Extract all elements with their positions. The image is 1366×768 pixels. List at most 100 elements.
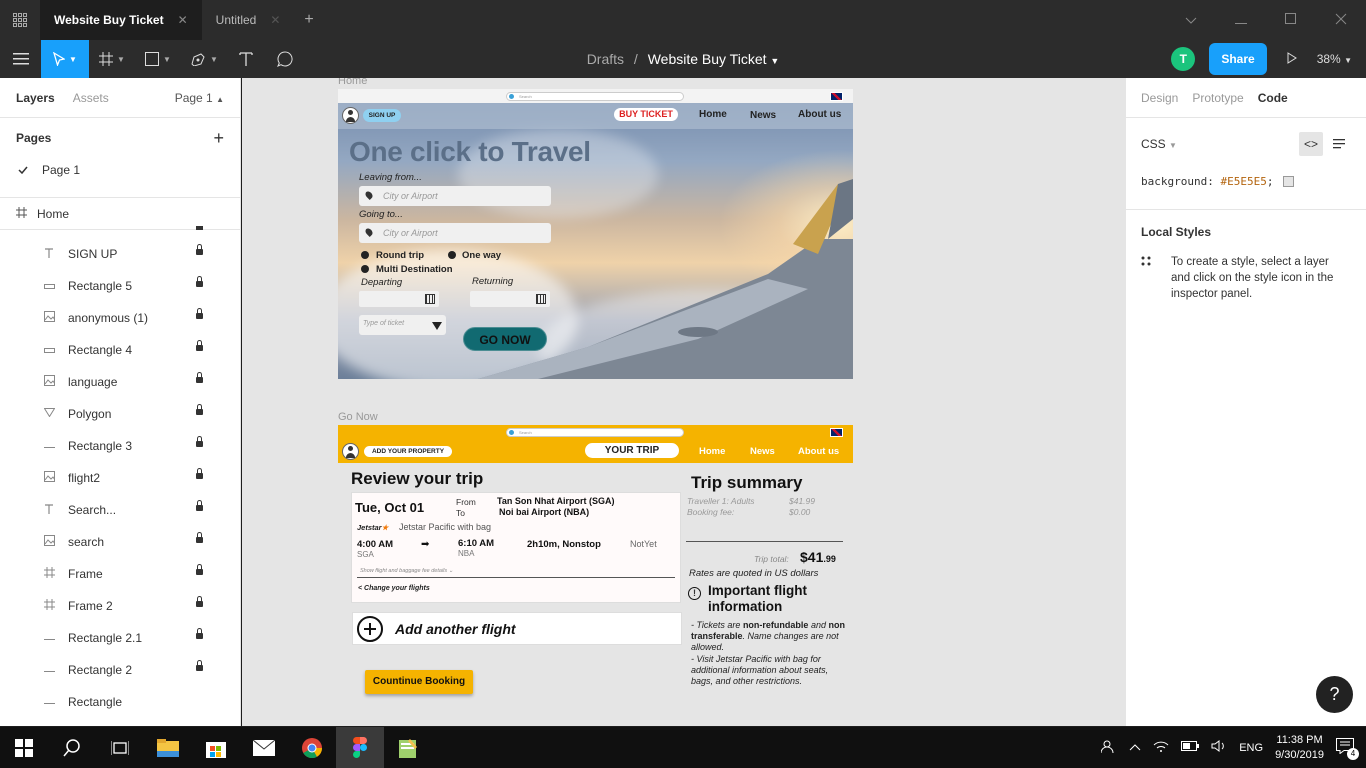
tab-website-buy-ticket[interactable]: Website Buy Ticket ✕ bbox=[40, 0, 202, 40]
figma-icon[interactable] bbox=[336, 727, 384, 768]
tab-code[interactable]: Code bbox=[1258, 91, 1288, 105]
layer-item[interactable]: Rectangle 5 bbox=[0, 270, 240, 302]
nav-news[interactable]: News bbox=[750, 446, 775, 457]
language-indicator[interactable]: ENG bbox=[1239, 742, 1263, 754]
share-button[interactable]: Share bbox=[1209, 43, 1267, 75]
buy-ticket-button[interactable]: BUY TICKET bbox=[614, 108, 678, 121]
layer-item[interactable]: Polygon bbox=[0, 398, 240, 430]
avatar[interactable]: T bbox=[1171, 47, 1196, 71]
lock-icon[interactable] bbox=[196, 468, 203, 479]
page-item[interactable]: Page 1 bbox=[0, 158, 240, 182]
lock-icon[interactable] bbox=[196, 372, 203, 383]
layer-item[interactable]: flight2 bbox=[0, 462, 240, 494]
store-icon[interactable] bbox=[192, 727, 240, 768]
frame-label-home[interactable]: Home bbox=[338, 78, 367, 87]
radio-one-way[interactable] bbox=[448, 251, 456, 259]
list-view-icon[interactable] bbox=[1327, 132, 1351, 156]
clock[interactable]: 11:38 PM 9/30/2019 bbox=[1275, 733, 1324, 763]
search-icon[interactable] bbox=[48, 727, 96, 768]
help-button[interactable]: ? bbox=[1316, 676, 1353, 713]
minimize-icon[interactable] bbox=[1216, 12, 1266, 28]
tab-untitled[interactable]: Untitled ✕ bbox=[202, 0, 295, 40]
text-tool[interactable] bbox=[227, 40, 265, 78]
frame-home[interactable]: Search SIGN UP BUY TICKET Home News Abou… bbox=[338, 89, 853, 379]
pen-tool[interactable]: ▼ bbox=[181, 40, 227, 78]
lock-icon[interactable] bbox=[196, 308, 203, 319]
your-trip-button[interactable]: YOUR TRIP bbox=[585, 443, 679, 458]
returning-date-input[interactable] bbox=[470, 291, 550, 307]
apps-grid-icon[interactable] bbox=[0, 0, 40, 40]
layer-item[interactable]: language bbox=[0, 366, 240, 398]
windows-start-icon[interactable] bbox=[0, 727, 48, 768]
chevron-down-icon[interactable] bbox=[1166, 12, 1216, 28]
search-input[interactable]: Search bbox=[506, 92, 684, 101]
canvas[interactable]: Home Search SIGN UP BUY TICKET Home News… bbox=[242, 78, 1125, 726]
flight-details-link[interactable]: Show flight and baggage fee details ⌄ bbox=[360, 568, 453, 574]
radio-multi-destination[interactable] bbox=[361, 265, 369, 273]
people-icon[interactable] bbox=[1100, 739, 1117, 756]
shape-tool[interactable]: ▼ bbox=[135, 40, 181, 78]
nav-news[interactable]: News bbox=[750, 110, 776, 121]
radio-round-trip[interactable] bbox=[361, 251, 369, 259]
continue-booking-button[interactable]: Countinue Booking bbox=[365, 670, 473, 694]
close-tab-icon[interactable]: ✕ bbox=[178, 13, 188, 27]
color-swatch[interactable] bbox=[1283, 176, 1295, 187]
signup-button[interactable]: SIGN UP bbox=[363, 109, 401, 122]
layer-item[interactable]: search bbox=[0, 526, 240, 558]
layer-item[interactable]: Rectangle 2 bbox=[0, 654, 240, 686]
nav-home[interactable]: Home bbox=[699, 446, 725, 457]
add-property-button[interactable]: ADD YOUR PROPERTY bbox=[364, 446, 452, 457]
lock-icon[interactable] bbox=[196, 500, 203, 511]
file-explorer-icon[interactable] bbox=[144, 727, 192, 768]
user-icon[interactable] bbox=[342, 107, 359, 124]
maximize-icon[interactable] bbox=[1266, 12, 1316, 28]
menu-icon[interactable] bbox=[0, 40, 41, 78]
layer-item[interactable]: SIGN UP bbox=[0, 238, 240, 270]
task-view-icon[interactable] bbox=[96, 727, 144, 768]
frame-label-go-now[interactable]: Go Now bbox=[338, 411, 378, 423]
change-flights-link[interactable]: < Change your flights bbox=[358, 585, 430, 592]
layer-item[interactable]: Rectangle bbox=[0, 686, 240, 718]
zoom-dropdown[interactable]: 38% ▼ bbox=[1317, 52, 1352, 66]
lock-icon[interactable] bbox=[196, 596, 203, 607]
add-page-icon[interactable]: + bbox=[213, 128, 224, 149]
mail-icon[interactable] bbox=[240, 727, 288, 768]
lock-icon[interactable] bbox=[196, 436, 203, 447]
lock-icon[interactable] bbox=[196, 244, 203, 255]
layer-frame-home[interactable]: Home bbox=[0, 198, 240, 230]
ticket-type-select[interactable]: Type of ticket bbox=[359, 315, 446, 335]
layer-item[interactable]: Search... bbox=[0, 494, 240, 526]
lock-icon[interactable] bbox=[196, 532, 203, 543]
chrome-icon[interactable] bbox=[288, 727, 336, 768]
chevron-up-icon[interactable] bbox=[1129, 742, 1141, 754]
language-flag-icon[interactable] bbox=[830, 92, 843, 101]
battery-icon[interactable] bbox=[1181, 741, 1200, 754]
breadcrumb-drafts[interactable]: Drafts bbox=[587, 51, 624, 67]
code-brackets-icon[interactable]: <> bbox=[1299, 132, 1323, 156]
css-code-line[interactable]: background: #E5E5E5; bbox=[1126, 170, 1366, 210]
code-language-dropdown[interactable]: CSS ▼ bbox=[1141, 137, 1177, 151]
layer-item[interactable]: Rectangle 3 bbox=[0, 430, 240, 462]
nav-home[interactable]: Home bbox=[699, 109, 727, 120]
leaving-input[interactable]: City or Airport bbox=[359, 186, 551, 206]
tab-assets[interactable]: Assets bbox=[73, 91, 109, 105]
present-play-icon[interactable] bbox=[1281, 51, 1303, 67]
move-tool[interactable]: ▼ bbox=[41, 40, 89, 78]
tab-design[interactable]: Design bbox=[1141, 91, 1178, 105]
layer-item[interactable]: Rectangle 2.1 bbox=[0, 622, 240, 654]
notification-icon[interactable]: 4 bbox=[1336, 738, 1359, 760]
go-now-button[interactable]: GO NOW bbox=[463, 327, 547, 351]
notepad-icon[interactable] bbox=[384, 727, 432, 768]
layer-item[interactable]: Frame bbox=[0, 558, 240, 590]
lock-icon[interactable] bbox=[196, 660, 203, 671]
lock-icon[interactable] bbox=[196, 564, 203, 575]
page-selector[interactable]: Page 1 ▲ bbox=[175, 91, 224, 105]
frame-tool[interactable]: ▼ bbox=[89, 40, 135, 78]
comment-tool[interactable] bbox=[265, 40, 305, 78]
tab-layers[interactable]: Layers bbox=[16, 91, 55, 105]
add-flight-row[interactable]: Add another flight bbox=[352, 612, 682, 645]
nav-about[interactable]: About us bbox=[798, 446, 839, 457]
departing-date-input[interactable] bbox=[359, 291, 439, 307]
chevron-down-icon[interactable]: ▼ bbox=[770, 56, 779, 66]
layer-item[interactable]: anonymous (1) bbox=[0, 302, 240, 334]
